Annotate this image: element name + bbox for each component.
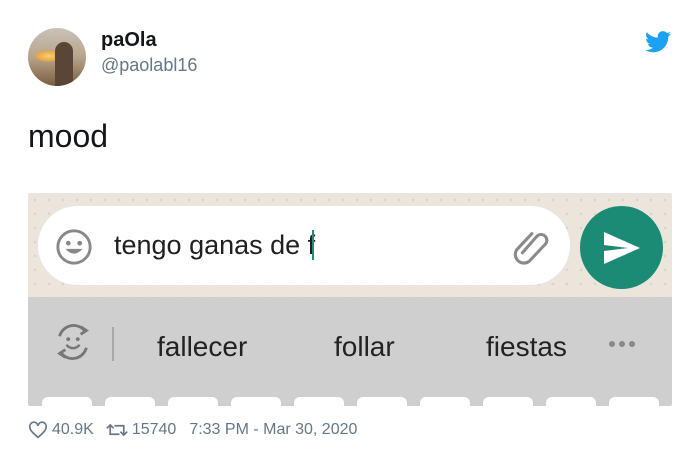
retweet-count: 15740 (131, 421, 177, 438)
keyboard-key[interactable] (357, 397, 407, 406)
retweet-icon[interactable] (106, 421, 128, 439)
suggestion-bar: fallecer follar fiestas (28, 297, 672, 383)
keyboard-key[interactable] (231, 397, 281, 406)
keyboard-key[interactable] (105, 397, 155, 406)
more-icon[interactable] (607, 339, 637, 349)
tweet-footer: 40.9K 15740 7:33 PM - Mar 30, 2020 (28, 421, 357, 439)
keyboard-keys-row (28, 397, 672, 406)
suggestion-3[interactable]: fiestas (486, 331, 567, 363)
twitter-bird-icon[interactable] (645, 31, 671, 53)
typed-text: tengo ganas de f (114, 230, 316, 260)
keyboard: fallecer follar fiestas (28, 297, 672, 406)
send-button[interactable] (580, 206, 663, 289)
timestamp[interactable]: 7:33 PM - Mar 30, 2020 (189, 421, 357, 439)
avatar[interactable] (28, 28, 86, 86)
chat-input-bar: tengo ganas de f (28, 193, 672, 297)
avatar-figure (55, 42, 73, 86)
keyboard-key[interactable] (546, 397, 596, 406)
tweet-media[interactable]: tengo ganas de f fallecer follar fiestas (28, 193, 672, 406)
keyboard-key[interactable] (609, 397, 659, 406)
send-icon (604, 232, 640, 264)
text-caret (312, 230, 315, 260)
suggestion-1[interactable]: fallecer (157, 331, 247, 363)
keyboard-key[interactable] (483, 397, 533, 406)
suggestion-2[interactable]: follar (334, 331, 395, 363)
suggestion-divider (112, 327, 114, 361)
user-handle[interactable]: @paolabl16 (101, 55, 197, 76)
message-input-text: tengo ganas de f (114, 230, 316, 261)
attach-icon[interactable] (508, 224, 554, 270)
like-count: 40.9K (52, 421, 94, 438)
keyboard-key[interactable] (42, 397, 92, 406)
heart-icon[interactable] (28, 421, 48, 439)
keyboard-emoji-icon[interactable] (52, 321, 94, 363)
tweet-text: mood (28, 118, 109, 154)
keyboard-key[interactable] (420, 397, 470, 406)
keyboard-key[interactable] (294, 397, 344, 406)
keyboard-key[interactable] (168, 397, 218, 406)
display-name[interactable]: paOla (101, 29, 157, 52)
emoji-icon[interactable] (55, 228, 93, 266)
message-input[interactable]: tengo ganas de f (38, 206, 570, 285)
